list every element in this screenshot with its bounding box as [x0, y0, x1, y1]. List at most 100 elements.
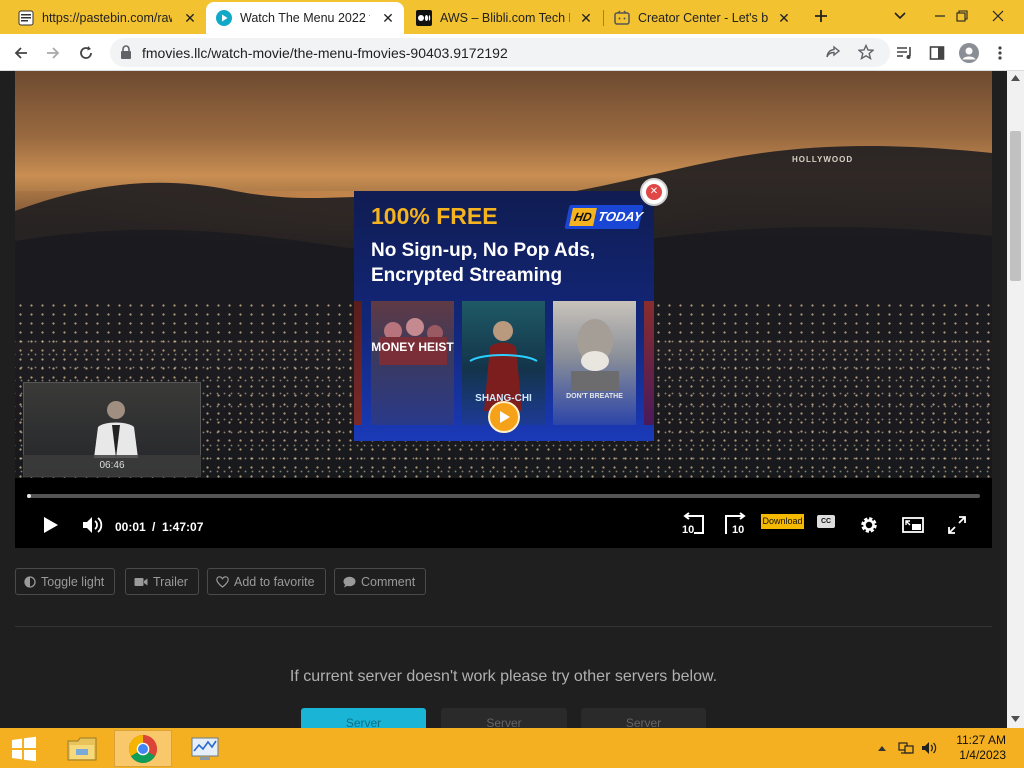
address-bar[interactable]: fmovies.llc/watch-movie/the-menu-fmovies… — [110, 38, 890, 67]
avatar-icon — [959, 43, 979, 63]
speaker-icon[interactable] — [921, 740, 937, 756]
fullscreen-button[interactable] — [946, 514, 968, 536]
server-button-2[interactable]: Server — [441, 708, 567, 728]
music-queue-icon — [897, 47, 911, 59]
profile-button[interactable] — [956, 40, 982, 66]
close-tab-icon[interactable]: ✕ — [578, 10, 594, 26]
trailer-label: Trailer — [153, 574, 188, 589]
comment-button[interactable]: Comment — [334, 568, 427, 595]
close-tab-icon[interactable]: ✕ — [380, 10, 396, 26]
reload-icon — [80, 46, 92, 59]
close-icon — [992, 10, 1004, 22]
plus-icon — [815, 10, 827, 22]
ad-close-button[interactable]: ✕ — [640, 178, 668, 206]
tab-title: https://pastebin.com/raw/ — [42, 11, 172, 25]
reload-button[interactable] — [73, 40, 99, 66]
lock-icon — [120, 45, 132, 64]
gear-icon — [861, 517, 877, 533]
volume-button[interactable] — [81, 514, 105, 536]
ad-brand-today: TODAY — [596, 209, 645, 224]
scroll-up-icon[interactable] — [1011, 75, 1020, 81]
svg-text:10: 10 — [682, 524, 694, 536]
rewind-10-button[interactable]: 10 — [679, 511, 707, 537]
scroll-down-icon[interactable] — [1011, 716, 1020, 722]
file-explorer-taskbar-button[interactable] — [56, 730, 108, 767]
web-page: HOLLYWOOD 06:46 00:01 / 1:47:07 10 10 Do… — [0, 71, 1007, 728]
captions-button[interactable]: CC — [817, 515, 835, 528]
ad-headline: 100% FREE — [371, 203, 498, 229]
picture-in-picture-button[interactable] — [901, 514, 925, 536]
play-icon — [44, 517, 58, 533]
time-separator: / — [152, 520, 156, 534]
forward-10-button[interactable]: 10 — [722, 511, 750, 537]
side-panel-button[interactable] — [924, 40, 950, 66]
current-time: 00:01 — [115, 520, 146, 534]
ad-play-button[interactable] — [488, 401, 520, 433]
server-button-3[interactable]: Server — [581, 708, 706, 728]
tab-title: Creator Center - Let's build — [638, 11, 768, 25]
seek-bar-fill — [27, 494, 31, 498]
forward-button[interactable] — [40, 40, 66, 66]
back-button[interactable] — [8, 40, 34, 66]
close-tab-icon[interactable]: ✕ — [776, 10, 792, 26]
ad-poster-dont-breathe: DON'T BREATHE — [553, 301, 636, 425]
tab-watch-the-menu[interactable]: Watch The Menu 2022 full ✕ — [206, 2, 404, 34]
download-button[interactable]: Download — [761, 514, 804, 529]
network-icon[interactable] — [898, 740, 914, 756]
performance-monitor-taskbar-button[interactable] — [180, 730, 230, 767]
new-tab-button[interactable] — [803, 0, 839, 32]
share-icon[interactable] — [825, 44, 841, 65]
ad-poster-edge — [354, 301, 362, 425]
tab-aws-blibli[interactable]: AWS – Blibli.com Tech Blog ✕ — [406, 2, 602, 34]
ad-line-2: Encrypted Streaming — [371, 265, 563, 286]
seek-bar[interactable] — [27, 494, 980, 498]
close-window-button[interactable] — [978, 0, 1018, 32]
ad-brand-hd: HD — [569, 208, 597, 226]
monitor-chart-icon — [191, 737, 219, 760]
server-label: Server — [625, 716, 662, 728]
fullscreen-icon — [948, 516, 966, 534]
add-to-favorite-label: Add to favorite — [234, 574, 315, 589]
play-button[interactable] — [39, 514, 61, 536]
ad-popup[interactable]: 100% FREE HD TODAY No Sign-up, No Pop Ad… — [354, 191, 654, 441]
ad-line-1: No Sign-up, No Pop Ads, — [371, 240, 596, 261]
toggle-light-button[interactable]: Toggle light — [15, 568, 116, 595]
close-tab-icon[interactable]: ✕ — [182, 10, 198, 26]
chrome-menu-button[interactable] — [990, 40, 1010, 66]
browser-toolbar: fmovies.llc/watch-movie/the-menu-fmovies… — [0, 34, 1024, 71]
page-scrollbar[interactable] — [1007, 71, 1024, 728]
seek-preview-time: 06:46 — [23, 455, 201, 477]
volume-icon — [83, 517, 103, 533]
ad-poster-money-heist: MONEY HEIST — [371, 301, 454, 425]
folder-icon — [67, 737, 97, 760]
start-button[interactable] — [0, 730, 48, 767]
trailer-button[interactable]: Trailer — [125, 568, 199, 595]
tab-creator-center[interactable]: Creator Center - Let's build ✕ — [604, 2, 800, 34]
add-to-favorite-button[interactable]: Add to favorite — [207, 568, 326, 595]
hollywood-sign: HOLLYWOOD — [792, 155, 854, 164]
tab-search-button[interactable] — [880, 0, 920, 32]
total-time: 1:47:07 — [162, 520, 204, 534]
server-button-1[interactable]: Server — [301, 708, 426, 728]
pastebin-icon — [18, 10, 34, 26]
chrome-icon — [129, 734, 157, 763]
forward-10-icon: 10 — [725, 512, 746, 536]
rewind-10-icon: 10 — [682, 512, 704, 536]
system-clock[interactable]: 11:27 AM 1/4/2023 — [956, 733, 1006, 763]
ad-poster-edge — [644, 301, 654, 425]
clock-date: 1/4/2023 — [959, 748, 1006, 762]
tab-title: Watch The Menu 2022 full — [240, 11, 370, 25]
show-hidden-icons-button[interactable] — [874, 740, 890, 756]
restore-button[interactable] — [942, 0, 982, 32]
settings-button[interactable] — [858, 514, 880, 536]
chevron-up-icon — [878, 746, 886, 751]
section-divider — [15, 626, 992, 627]
bookmark-star-icon[interactable] — [857, 43, 875, 65]
scrollbar-thumb[interactable] — [1010, 131, 1021, 281]
url-text: fmovies.llc/watch-movie/the-menu-fmovies… — [142, 45, 508, 61]
arrow-right-icon — [47, 47, 60, 59]
tab-pastebin[interactable]: https://pastebin.com/raw/ ✕ — [8, 2, 206, 34]
chrome-taskbar-button[interactable] — [114, 730, 172, 767]
svg-text:10: 10 — [732, 524, 744, 536]
media-control-button[interactable] — [892, 40, 918, 66]
